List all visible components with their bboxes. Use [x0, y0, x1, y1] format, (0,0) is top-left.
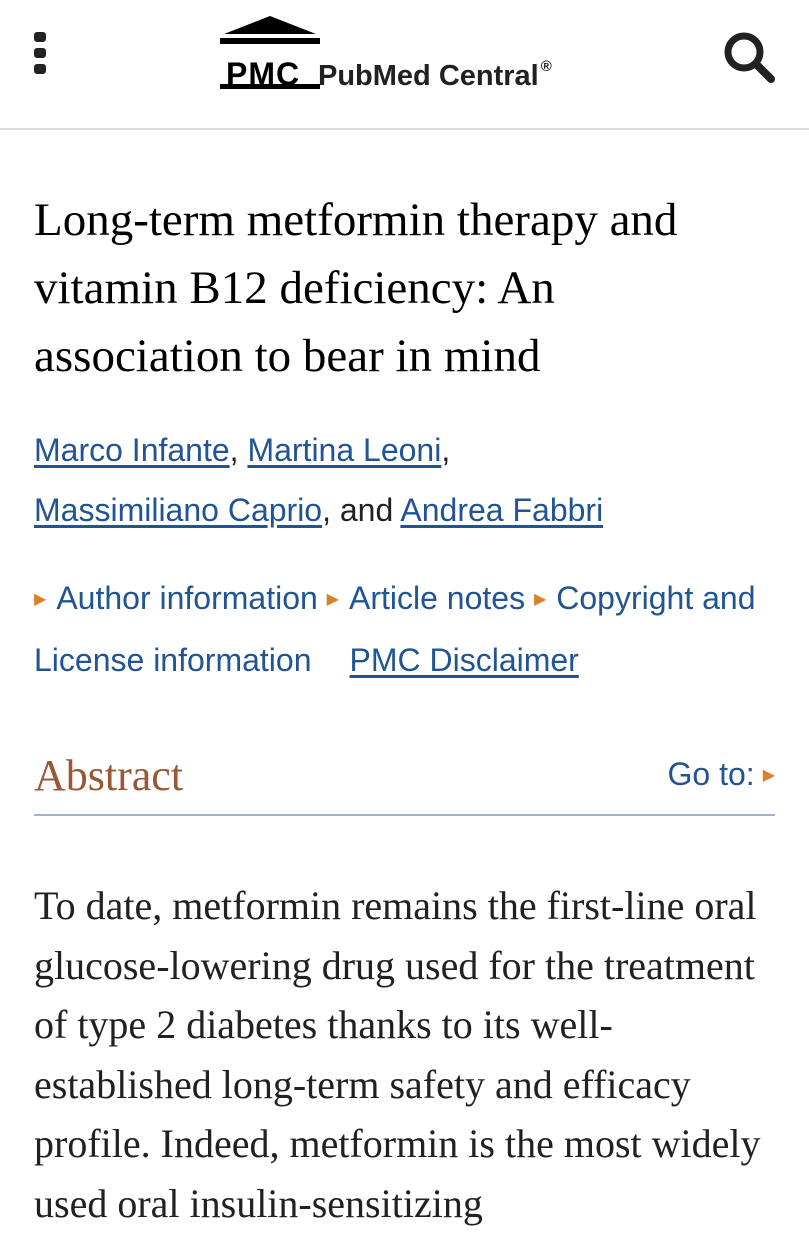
- author-link[interactable]: Andrea Fabbri: [400, 492, 603, 528]
- goto-menu[interactable]: Go to: ▶: [668, 756, 775, 793]
- article-notes-toggle[interactable]: ▶ Article notes: [327, 580, 525, 616]
- author-link[interactable]: Martina Leoni: [247, 432, 441, 468]
- author-separator: ,: [441, 432, 451, 468]
- author-link[interactable]: Marco Infante: [34, 432, 230, 468]
- goto-label: Go to:: [667, 756, 755, 792]
- author-information-toggle[interactable]: ▶ Author information: [34, 580, 318, 616]
- logo-name: PubMed Central ®: [318, 58, 552, 93]
- pmc-disclaimer-link[interactable]: PMC Disclaimer: [349, 642, 578, 678]
- top-header: PMC PubMed Central ®: [0, 0, 809, 130]
- kebab-menu-icon[interactable]: [28, 28, 52, 76]
- triangle-right-icon: ▶: [762, 767, 775, 784]
- triangle-right-icon: ▶: [34, 591, 47, 608]
- author-list: Marco Infante, Martina Leoni, Massimilia…: [34, 420, 774, 540]
- abstract-header: Abstract Go to: ▶: [34, 742, 775, 816]
- abstract-text: To date, metformin remains the first-lin…: [34, 883, 761, 1226]
- author-link[interactable]: Massimiliano Caprio: [34, 492, 322, 528]
- logo-name-text: PubMed Central: [318, 60, 539, 92]
- author-separator: , and: [322, 492, 401, 528]
- article-info-links: ▶ Author information ▶ Article notes ▶ Copy…: [34, 568, 784, 690]
- author-information-label: Author information: [56, 580, 318, 616]
- triangle-right-icon: ▶: [326, 591, 339, 608]
- triangle-right-icon: ▶: [533, 591, 547, 608]
- logo-short-text: PMC: [226, 56, 301, 92]
- article-title: Long-term metformin therapy and vitamin …: [34, 194, 678, 382]
- search-icon[interactable]: [720, 28, 780, 84]
- article-notes-label: Article notes: [348, 580, 526, 616]
- author-separator: ,: [229, 432, 248, 468]
- pmc-logo[interactable]: PMC PubMed Central ®: [218, 14, 598, 94]
- registered-mark: ®: [540, 58, 552, 75]
- abstract-heading: Abstract: [34, 751, 184, 800]
